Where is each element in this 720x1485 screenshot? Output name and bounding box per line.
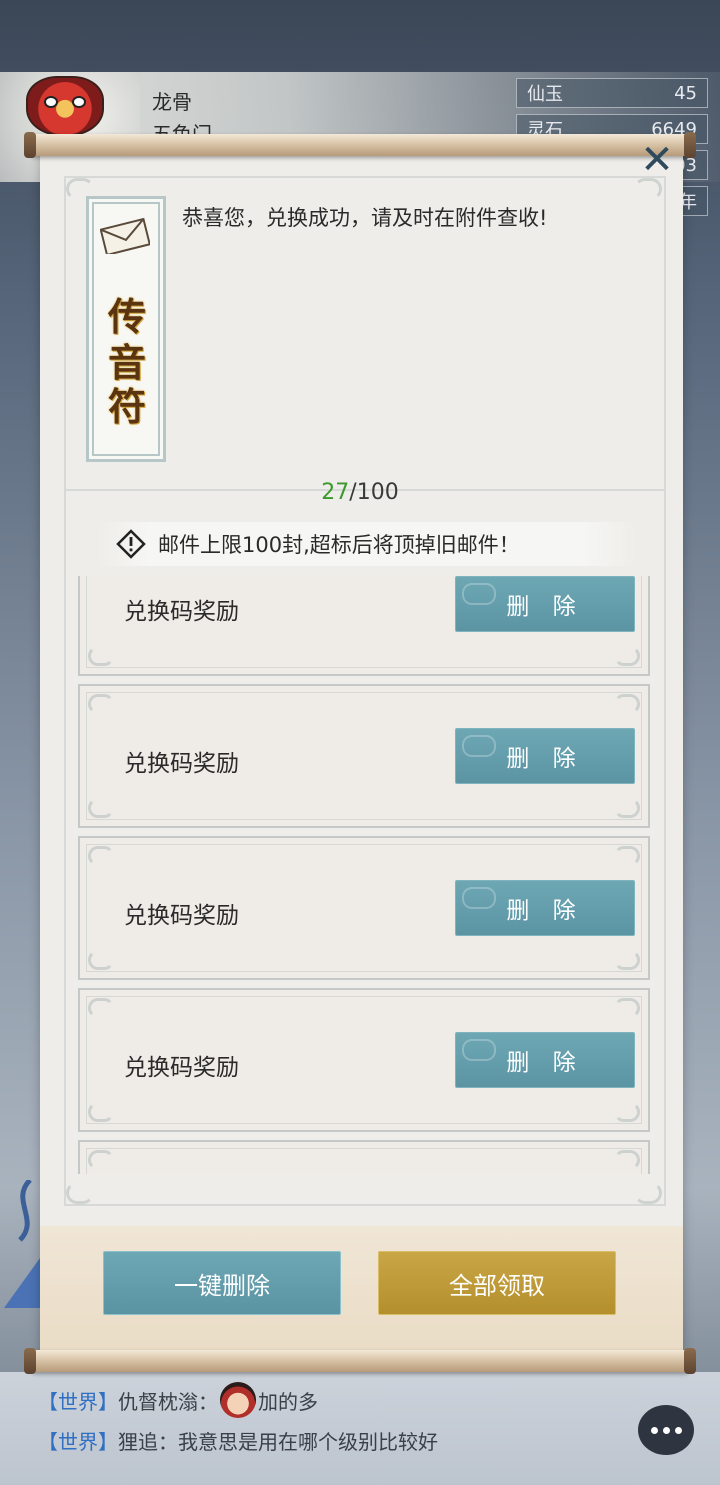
mail-item-title: 兑换码奖励 <box>124 751 239 777</box>
corner-swirl-icon <box>634 178 662 200</box>
delete-button[interactable]: 删 除 <box>455 728 635 784</box>
corner-swirl-icon <box>614 694 640 714</box>
corner-swirl-icon <box>614 1102 640 1122</box>
close-button[interactable]: ✕ <box>636 140 678 180</box>
mail-count-max: /100 <box>349 480 399 505</box>
list-item[interactable]: 兑换码奖励 删 除 <box>78 988 650 1132</box>
resource-name: 仙玉 <box>527 84 563 105</box>
chat-sender[interactable]: 仇督枕滃： <box>118 1390 218 1414</box>
corner-swirl-icon <box>614 998 640 1018</box>
chat-text: 我意思是用在哪个级别比较好 <box>178 1430 438 1454</box>
mail-item-title: 兑换码奖励 <box>124 599 239 625</box>
lion-avatar-icon <box>26 76 104 136</box>
corner-swirl-icon <box>88 998 114 1018</box>
mail-title-char: 符 <box>107 384 146 429</box>
delete-button[interactable]: 删 除 <box>455 1032 635 1088</box>
corner-swirl-icon <box>88 694 114 714</box>
envelope-icon <box>100 218 150 254</box>
chat-bubble-icon <box>662 1426 670 1434</box>
corner-swirl-icon <box>88 1102 114 1122</box>
list-item[interactable]: 兑换码奖励 删 除 <box>78 836 650 980</box>
corner-swirl-icon <box>614 950 640 970</box>
mail-count-current: 27 <box>321 480 350 505</box>
warning-icon <box>116 529 146 559</box>
avatar-eye-left <box>44 96 58 108</box>
scroll-rod-top <box>24 132 696 158</box>
close-icon: ✕ <box>640 137 674 183</box>
player-name: 龙骨 <box>152 90 192 114</box>
claim-all-button[interactable]: 全部领取 <box>378 1251 616 1315</box>
chat-message: 【世界】狸追：我意思是用在哪个级别比较好 <box>38 1426 438 1455</box>
corner-swirl-icon <box>66 1182 94 1204</box>
list-item-partial[interactable] <box>78 1140 650 1174</box>
item-border <box>86 1148 642 1174</box>
mail-count: 27/100 <box>0 480 720 505</box>
corner-swirl-icon <box>88 798 114 818</box>
chat-message: 【世界】仇督枕滃： 加的多 <box>38 1381 318 1418</box>
avatar-eye-right <box>72 96 86 108</box>
mail-list[interactable]: 兑换码奖励 删 除 兑换码奖励 删 除 兑换码奖励 删 除 兑换码奖励 删 除 <box>76 576 654 1174</box>
corner-swirl-icon <box>88 950 114 970</box>
corner-swirl-icon <box>88 1150 114 1170</box>
corner-swirl-icon <box>614 846 640 866</box>
list-item[interactable]: 兑换码奖励 删 除 <box>78 684 650 828</box>
chat-emoji-icon <box>220 1381 256 1418</box>
chat-bubble-icon <box>674 1426 682 1434</box>
chat-channel[interactable]: 【世界】 <box>38 1390 118 1414</box>
corner-swirl-icon <box>88 646 114 666</box>
mail-message: 恭喜您，兑换成功，请及时在附件查收! <box>182 206 548 230</box>
delete-button[interactable]: 删 除 <box>455 576 635 632</box>
delete-button[interactable]: 删 除 <box>455 880 635 936</box>
chat-bubble-icon <box>650 1426 658 1434</box>
chat-open-button[interactable] <box>638 1405 694 1455</box>
corner-swirl-icon <box>88 846 114 866</box>
chat-channel[interactable]: 【世界】 <box>38 1430 118 1454</box>
corner-swirl-icon <box>614 1150 640 1170</box>
mail-limit-notice: 邮件上限100封,超标后将顶掉旧邮件！ <box>96 522 636 566</box>
scroll-rod-bottom <box>24 1348 696 1374</box>
list-item[interactable]: 兑换码奖励 删 除 <box>78 576 650 676</box>
chat-text: 加的多 <box>258 1390 318 1414</box>
corner-swirl-icon <box>614 646 640 666</box>
delete-all-button[interactable]: 一键删除 <box>103 1251 341 1315</box>
mail-item-title: 兑换码奖励 <box>124 903 239 929</box>
chat-sender[interactable]: 狸追： <box>118 1430 178 1454</box>
notice-text: 邮件上限100封,超标后将顶掉旧邮件！ <box>158 533 520 557</box>
resource-jade[interactable]: 仙玉 45 <box>516 78 708 108</box>
corner-swirl-icon <box>634 1182 662 1204</box>
mail-item-title: 兑换码奖励 <box>124 1055 239 1081</box>
resource-value: 45 <box>674 82 697 104</box>
corner-swirl-icon <box>614 798 640 818</box>
